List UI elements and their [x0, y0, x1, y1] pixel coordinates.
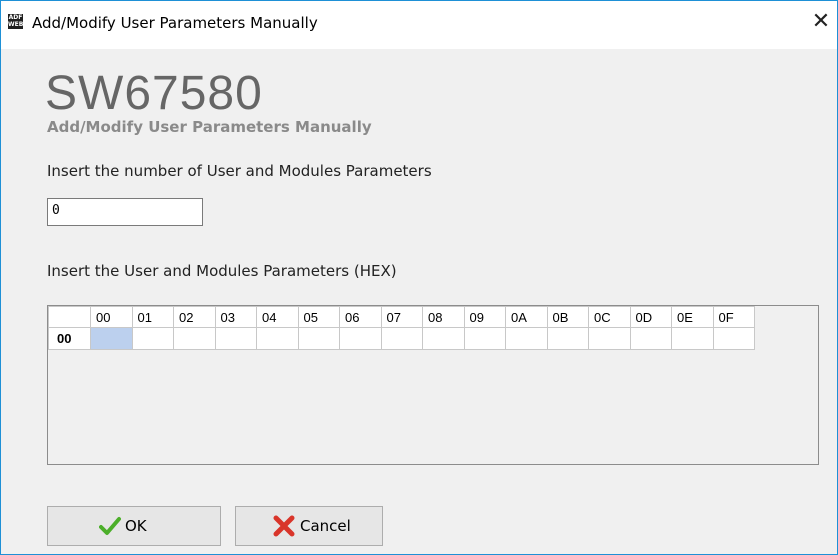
grid-cell[interactable] [505, 327, 548, 350]
hex-parameter-grid: 00 01 02 03 04 05 06 07 08 09 0A 0B 0C 0… [47, 305, 819, 465]
grid-cell[interactable] [173, 327, 216, 350]
parameter-count-label: Insert the number of User and Modules Pa… [47, 162, 432, 180]
hex-table: 00 01 02 03 04 05 06 07 08 09 0A 0B 0C 0… [48, 306, 755, 350]
parameter-count-input[interactable]: 0 [47, 198, 203, 226]
grid-cell[interactable] [588, 327, 631, 350]
grid-cell[interactable] [546, 327, 589, 350]
ok-button[interactable]: OK [47, 506, 221, 546]
page-subtitle: Add/Modify User Parameters Manually [47, 118, 372, 136]
column-header: 06 [339, 306, 382, 328]
column-header: 0C [588, 306, 631, 328]
column-header: 07 [380, 306, 423, 328]
column-header: 00 [90, 306, 133, 328]
app-logo-icon: ADF WEB [8, 14, 24, 29]
grid-cell[interactable] [671, 327, 714, 350]
column-header: 08 [422, 306, 465, 328]
column-header: 0D [629, 306, 672, 328]
cancel-button-label: Cancel [300, 517, 351, 535]
column-header-row: 00 01 02 03 04 05 06 07 08 09 0A 0B 0C 0… [48, 306, 755, 328]
row-header: 00 [48, 327, 91, 350]
cancel-button[interactable]: Cancel [235, 506, 383, 546]
grid-corner [48, 306, 91, 328]
grid-cell[interactable] [422, 327, 465, 350]
column-header: 01 [131, 306, 174, 328]
column-header: 0B [546, 306, 589, 328]
grid-cell[interactable] [380, 327, 423, 350]
grid-cell[interactable] [131, 327, 174, 350]
column-header: 02 [173, 306, 216, 328]
grid-cell-selected[interactable] [90, 327, 133, 350]
grid-cell[interactable] [297, 327, 340, 350]
grid-cell[interactable] [463, 327, 506, 350]
grid-cell[interactable] [256, 327, 299, 350]
parameters-hex-label: Insert the User and Modules Parameters (… [47, 262, 397, 280]
column-header: 05 [297, 306, 340, 328]
dialog-window: ADF WEB Add/Modify User Parameters Manual… [0, 0, 838, 555]
grid-cell[interactable] [214, 327, 257, 350]
table-row: 00 [48, 327, 755, 350]
grid-cell[interactable] [712, 327, 755, 350]
grid-cell[interactable] [339, 327, 382, 350]
column-header: 09 [463, 306, 506, 328]
column-header: 0E [671, 306, 714, 328]
title-bar: ADF WEB Add/Modify User Parameters Manual… [1, 1, 837, 49]
column-header: 03 [214, 306, 257, 328]
ok-button-label: OK [125, 517, 147, 535]
column-header: 0A [505, 306, 548, 328]
close-button[interactable]: ✕ [807, 11, 835, 35]
product-title: SW67580 [45, 67, 263, 120]
column-header: 04 [256, 306, 299, 328]
dialog-content: SW67580 Add/Modify User Parameters Manua… [1, 49, 837, 554]
column-header: 0F [712, 306, 755, 328]
checkmark-icon [99, 517, 121, 535]
window-title: Add/Modify User Parameters Manually [32, 14, 318, 32]
x-cross-icon [273, 515, 295, 537]
grid-cell[interactable] [629, 327, 672, 350]
